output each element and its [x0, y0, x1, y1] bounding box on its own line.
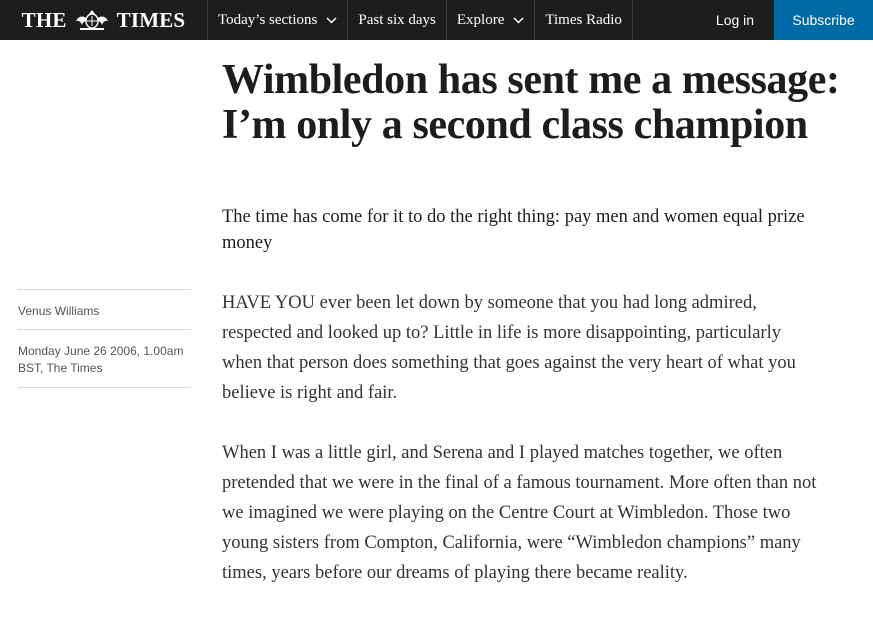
article-standfirst: The time has come for it to do the right… — [222, 207, 805, 253]
nav-past-six-days-label: Past six days — [358, 11, 436, 28]
divider — [18, 387, 191, 388]
article-body: HAVE YOU ever been let down by someone t… — [222, 288, 822, 618]
nav-times-radio[interactable]: Times Radio — [535, 0, 633, 40]
nav-todays-sections-label: Today’s sections — [218, 11, 318, 28]
logo-text-times: TIMES — [116, 7, 186, 32]
subscribe-button[interactable]: Subscribe — [774, 0, 873, 40]
nav-times-radio-label: Times Radio — [545, 11, 622, 28]
article-byline: Venus Williams Monday June 26 2006, 1.00… — [18, 289, 191, 388]
top-navigation-bar: THE TIMES Today’s sections Past six days… — [0, 0, 873, 40]
royal-crest-icon — [75, 10, 108, 30]
logo-text-the: THE — [21, 7, 67, 32]
the-times-logo[interactable]: THE TIMES — [0, 0, 208, 40]
nav-past-six-days[interactable]: Past six days — [348, 0, 447, 40]
article-paragraph: HAVE YOU ever been let down by someone t… — [222, 293, 796, 403]
nav-todays-sections[interactable]: Today’s sections — [208, 0, 349, 40]
nav-explore[interactable]: Explore — [447, 0, 536, 40]
author-link[interactable]: Venus Williams — [18, 290, 191, 329]
article-paragraph: When I was a little girl, and Serena and… — [222, 443, 817, 583]
chevron-down-icon — [513, 16, 524, 24]
article-dateline: Monday June 26 2006, 1.00am BST, The Tim… — [18, 344, 184, 375]
article-headline: Wimbledon has sent me a message: I’m onl… — [222, 57, 840, 148]
nav-explore-label: Explore — [456, 11, 505, 28]
chevron-down-icon — [326, 16, 337, 24]
login-button[interactable]: Log in — [696, 0, 774, 40]
